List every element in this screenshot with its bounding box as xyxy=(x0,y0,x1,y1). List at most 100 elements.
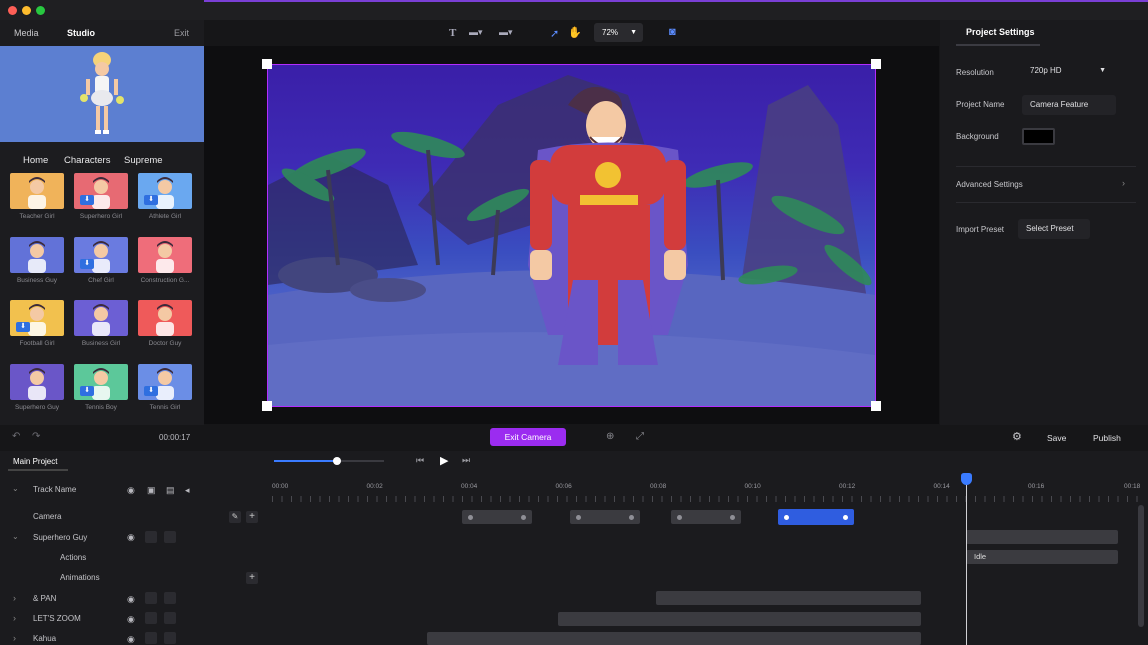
pointer-tool-icon[interactable]: ➚ xyxy=(550,27,559,40)
eye-icon[interactable]: ◉ xyxy=(127,614,135,625)
visibility-toggle[interactable] xyxy=(164,632,176,644)
eye-icon[interactable]: ◉ xyxy=(127,634,135,645)
character-card[interactable]: Business Guy xyxy=(10,237,74,284)
camera-icon[interactable]: ◙ xyxy=(669,26,676,38)
character-thumbnail[interactable]: ⬇ xyxy=(10,300,64,336)
track-actions[interactable]: Actions xyxy=(60,553,86,562)
character-card[interactable]: Teacher Girl xyxy=(10,173,74,220)
download-icon[interactable]: ⬇ xyxy=(144,386,158,396)
visibility-toggle[interactable] xyxy=(164,531,176,543)
subtab-supreme[interactable]: Supreme xyxy=(124,155,163,166)
chevron-right-icon[interactable]: › xyxy=(13,633,16,643)
superhero-clip[interactable] xyxy=(966,530,1118,544)
scene-canvas[interactable] xyxy=(267,64,876,407)
resize-handle-bottom-right[interactable] xyxy=(871,401,881,411)
lock-icon[interactable]: ▣ xyxy=(147,485,156,496)
undo-icon[interactable]: ↶ xyxy=(12,431,20,442)
exit-button[interactable]: Exit xyxy=(174,28,189,38)
lock-toggle[interactable] xyxy=(145,632,157,644)
track-superhero-guy[interactable]: Superhero Guy xyxy=(33,533,87,542)
select-preset-button[interactable]: Select Preset xyxy=(1018,219,1090,239)
idle-action-clip[interactable]: Idle xyxy=(966,550,1118,564)
lock-toggle[interactable] xyxy=(145,592,157,604)
hand-tool-icon[interactable]: ✋ xyxy=(568,26,582,39)
layout-tool-icon[interactable]: ▬▾ xyxy=(499,27,513,38)
target-icon[interactable]: ⊕ xyxy=(606,431,614,442)
track-camera[interactable]: Camera xyxy=(33,512,61,521)
publish-button[interactable]: Publish xyxy=(1093,433,1121,443)
chevron-right-icon[interactable]: › xyxy=(13,613,16,623)
kahua-clip[interactable] xyxy=(427,632,921,645)
expand-icon[interactable]: ⤢ xyxy=(636,431,644,442)
resize-handle-top-left[interactable] xyxy=(262,59,272,69)
tab-media[interactable]: Media xyxy=(14,28,39,38)
zoom-select[interactable]: 72% ▼ xyxy=(594,23,643,42)
character-card[interactable]: ⬇ Tennis Boy xyxy=(74,364,138,411)
close-window-button[interactable] xyxy=(8,6,17,15)
character-card[interactable]: ⬇ Chef Girl xyxy=(74,237,138,284)
gear-icon[interactable]: ⚙ xyxy=(1012,430,1022,443)
play-icon[interactable]: ▶ xyxy=(440,454,448,467)
character-card[interactable]: Doctor Guy xyxy=(138,300,202,347)
character-card[interactable]: ⬇ Football Girl xyxy=(10,300,74,347)
character-card[interactable]: ⬇ Athlete Girl xyxy=(138,173,202,220)
character-card[interactable]: Business Girl xyxy=(74,300,138,347)
character-thumbnail[interactable] xyxy=(74,300,128,336)
skip-forward-icon[interactable]: ⏭ xyxy=(462,455,470,466)
lock-toggle[interactable] xyxy=(145,612,157,624)
volume-icon[interactable]: ◂ xyxy=(185,485,190,496)
subtab-home[interactable]: Home xyxy=(23,155,48,166)
project-name-input[interactable]: Camera Feature xyxy=(1022,95,1116,115)
redo-icon[interactable]: ↷ xyxy=(32,431,40,442)
text-tool-icon[interactable]: T xyxy=(449,27,456,39)
background-color-swatch[interactable] xyxy=(1022,128,1055,145)
character-card[interactable]: Superhero Guy xyxy=(10,364,74,411)
character-thumbnail[interactable] xyxy=(138,237,192,273)
pan-clip[interactable] xyxy=(656,591,921,605)
resolution-select[interactable]: 720p HD ▼ xyxy=(1022,61,1112,81)
character-thumbnail[interactable] xyxy=(10,173,64,209)
track-lets-zoom[interactable]: LET'S ZOOM xyxy=(33,614,81,623)
download-icon[interactable]: ⬇ xyxy=(80,386,94,396)
add-icon[interactable]: + xyxy=(246,572,258,584)
download-icon[interactable]: ⬇ xyxy=(16,322,30,332)
advanced-settings-label[interactable]: Advanced Settings xyxy=(956,180,1023,189)
save-button[interactable]: Save xyxy=(1047,433,1066,443)
character-thumbnail[interactable]: ⬇ xyxy=(138,364,192,400)
tab-main-project[interactable]: Main Project xyxy=(13,457,57,466)
track-pan[interactable]: & PAN xyxy=(33,594,56,603)
track-kahua[interactable]: Kahua xyxy=(33,634,56,643)
minimize-window-button[interactable] xyxy=(22,6,31,15)
track-animations[interactable]: Animations xyxy=(60,573,100,582)
character-thumbnail[interactable]: ⬇ xyxy=(74,237,128,273)
skip-back-icon[interactable]: ⏮ xyxy=(416,455,424,466)
character-thumbnail[interactable]: ⬇ xyxy=(74,364,128,400)
add-icon[interactable]: + xyxy=(246,511,258,523)
subtab-characters[interactable]: Characters xyxy=(64,155,110,166)
exit-camera-button[interactable]: Exit Camera xyxy=(490,428,566,446)
character-thumbnail[interactable] xyxy=(138,300,192,336)
camera-keyframe-clip[interactable] xyxy=(462,510,532,524)
playback-volume-knob[interactable] xyxy=(333,457,341,465)
eye-icon[interactable]: ◉ xyxy=(127,485,135,496)
lock-toggle[interactable] xyxy=(145,531,157,543)
chevron-down-icon[interactable]: ⌄ xyxy=(12,484,19,493)
camera-keyframe-clip[interactable] xyxy=(570,510,640,524)
eye-icon[interactable]: ◉ xyxy=(127,532,135,543)
tab-studio[interactable]: Studio xyxy=(67,28,95,38)
character-thumbnail[interactable] xyxy=(10,237,64,273)
character-card[interactable]: ⬇ Tennis Girl xyxy=(138,364,202,411)
character-thumbnail[interactable]: ⬇ xyxy=(74,173,128,209)
resize-handle-top-right[interactable] xyxy=(871,59,881,69)
resize-handle-bottom-left[interactable] xyxy=(262,401,272,411)
download-icon[interactable]: ⬇ xyxy=(80,195,94,205)
edit-icon[interactable]: ✎ xyxy=(229,511,241,523)
camera-keyframe-clip-selected[interactable] xyxy=(778,509,854,525)
chevron-right-icon[interactable]: › xyxy=(1122,178,1125,188)
eye-icon[interactable]: ◉ xyxy=(127,594,135,605)
character-thumbnail[interactable] xyxy=(10,364,64,400)
character-thumbnail[interactable]: ⬇ xyxy=(138,173,192,209)
zoom-clip[interactable] xyxy=(558,612,921,626)
playhead-handle[interactable] xyxy=(961,473,972,485)
chevron-down-icon[interactable]: ⌄ xyxy=(12,532,19,541)
